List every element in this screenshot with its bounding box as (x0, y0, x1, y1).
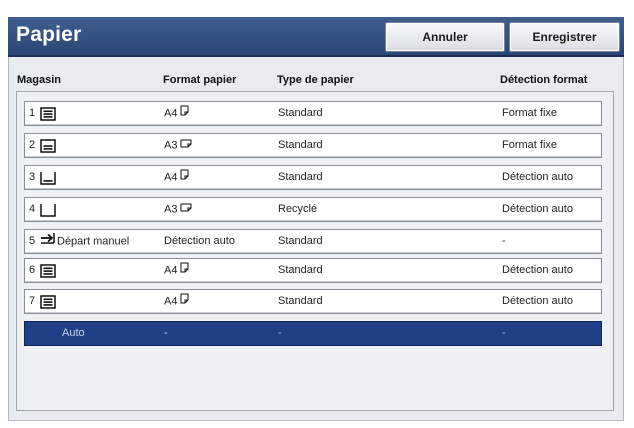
format-detection-cell: Détection auto (502, 295, 573, 307)
format-detection-cell: - (502, 327, 506, 339)
tray-level-low-icon (40, 171, 56, 194)
paper-format-label: A4 (164, 171, 178, 184)
paper-format-cell: Détection auto (164, 235, 235, 247)
format-detection-cell: Format fixe (502, 139, 558, 151)
paper-format-cell: A4 (164, 259, 189, 282)
paper-type-cell: Recyclé (278, 203, 318, 215)
tray-number: 5 (29, 235, 36, 247)
format-detection-cell: - (502, 235, 506, 247)
paper-type-cell: Standard (278, 107, 323, 119)
format-detection-cell: Détection auto (502, 264, 573, 276)
manual-feed-cell: Départ manuel (40, 230, 129, 253)
paper-type-cell: Standard (278, 235, 323, 247)
tray-name-label: Départ manuel (57, 235, 130, 248)
paper-format-cell: A3 (164, 198, 192, 221)
dialog-title: Papier (16, 23, 82, 46)
paper-format-label: A3 (164, 139, 178, 152)
column-header-tray: Magasin (17, 74, 62, 86)
column-header-type: Type de papier (277, 74, 354, 86)
tray-number: 6 (29, 264, 36, 276)
paper-type-cell: Standard (278, 295, 323, 307)
tray-level-full-icon (40, 295, 56, 318)
paper-type-cell: - (278, 327, 282, 339)
tray-row-auto[interactable]: Auto - - - (24, 321, 602, 346)
landscape-orientation-icon (180, 198, 192, 221)
paper-format-label: A4 (164, 295, 178, 308)
tray-row-3[interactable]: 3 A4 Standard Détection auto (24, 165, 602, 190)
tray-row-4[interactable]: 4 A3 Recyclé Détection auto (24, 197, 602, 222)
tray-level-high-icon (40, 139, 56, 162)
format-detection-cell: Détection auto (502, 171, 573, 183)
paper-format-label: A4 (164, 107, 178, 120)
column-header-format: Format papier (163, 74, 237, 86)
tray-row-2[interactable]: 2 A3 Standard Format fixe (24, 133, 602, 158)
tray-row-1[interactable]: 1 A4 Standard Format fixe (24, 101, 602, 126)
paper-format-cell: A3 (164, 134, 192, 157)
tray-row-7[interactable]: 7 A4 Standard Détection auto (24, 289, 602, 314)
tray-number: 7 (29, 295, 36, 307)
cancel-button[interactable]: Annuler (385, 22, 505, 52)
paper-format-cell: A4 (164, 290, 189, 313)
tray-number: 3 (29, 171, 36, 183)
column-header-detection: Détection format (500, 74, 588, 86)
portrait-orientation-icon (180, 259, 189, 282)
landscape-orientation-icon (180, 134, 192, 157)
tray-empty-icon (40, 203, 56, 226)
tray-level-full-icon (40, 107, 56, 130)
paper-format-cell: - (164, 327, 168, 339)
portrait-orientation-icon (180, 166, 189, 189)
save-button[interactable]: Enregistrer (509, 22, 620, 52)
tray-row-6[interactable]: 6 A4 Standard Détection auto (24, 258, 602, 283)
tray-name-label: Auto (62, 327, 85, 339)
manual-feed-arrow-icon (40, 230, 56, 253)
tray-number: 1 (29, 107, 36, 119)
paper-type-cell: Standard (278, 171, 323, 183)
tray-number: 4 (29, 203, 36, 215)
format-detection-cell: Format fixe (502, 107, 558, 119)
paper-type-cell: Standard (278, 264, 323, 276)
format-detection-cell: Détection auto (502, 203, 573, 215)
tray-row-5[interactable]: 5 Départ manuel Détection auto Standard … (24, 229, 602, 254)
portrait-orientation-icon (180, 290, 189, 313)
tray-number: 2 (29, 139, 36, 151)
portrait-orientation-icon (180, 102, 189, 125)
tray-level-full-icon (40, 264, 56, 287)
paper-type-cell: Standard (278, 139, 323, 151)
dialog-header: Papier Annuler Enregistrer (8, 17, 624, 57)
paper-format-label: A3 (164, 203, 178, 216)
paper-format-label: A4 (164, 264, 178, 277)
paper-format-cell: A4 (164, 166, 189, 189)
paper-format-cell: A4 (164, 102, 189, 125)
